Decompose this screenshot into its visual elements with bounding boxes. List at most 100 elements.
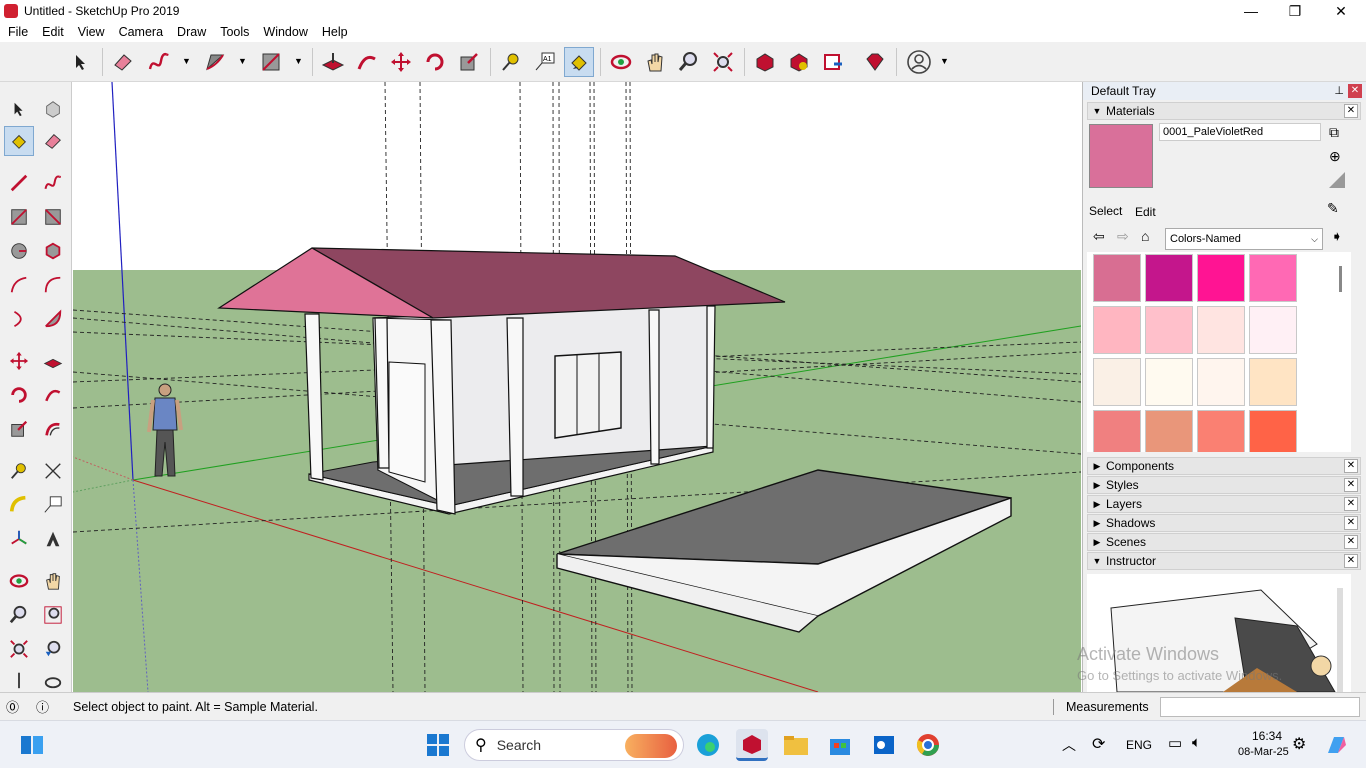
send-to-layout-icon[interactable] bbox=[818, 47, 848, 77]
geo-location-icon[interactable]: ⓪ bbox=[6, 697, 19, 716]
materials-panel-header[interactable]: ▼ Materials ✕ bbox=[1087, 102, 1361, 120]
pie-tool-icon[interactable] bbox=[38, 304, 68, 334]
material-name-field[interactable] bbox=[1159, 123, 1321, 141]
rotate-tool-icon[interactable] bbox=[420, 47, 450, 77]
copilot-icon[interactable] bbox=[1320, 729, 1352, 761]
two-point-arc-tool-icon[interactable] bbox=[38, 270, 68, 300]
pan-tool-icon[interactable] bbox=[38, 566, 68, 596]
follow-me-tool-icon[interactable] bbox=[38, 380, 68, 410]
forward-icon[interactable]: ⇨ bbox=[1117, 228, 1129, 245]
volume-icon[interactable]: 🔈︎ bbox=[1192, 734, 1201, 751]
paint-bucket-tool-icon[interactable] bbox=[564, 47, 594, 77]
current-material-preview[interactable] bbox=[1089, 124, 1153, 188]
model-viewport[interactable] bbox=[73, 82, 1081, 692]
orbit-tool-icon[interactable] bbox=[4, 566, 34, 596]
tape-measure-tool-icon[interactable] bbox=[496, 47, 526, 77]
menu-view[interactable]: View bbox=[70, 25, 111, 39]
collection-dropdown[interactable]: Colors-Named ⌵ bbox=[1165, 228, 1323, 250]
text-tool-icon[interactable] bbox=[38, 490, 68, 520]
material-swatch[interactable] bbox=[1093, 306, 1141, 354]
extension-warehouse-icon[interactable] bbox=[784, 47, 814, 77]
material-swatch[interactable] bbox=[1145, 306, 1193, 354]
panel-close-icon[interactable]: ✕ bbox=[1344, 497, 1358, 511]
protractor-tool-icon[interactable] bbox=[4, 490, 34, 520]
shadows-panel-header[interactable]: ▶ Shadows ✕ bbox=[1087, 514, 1361, 532]
make-component-icon[interactable] bbox=[38, 94, 68, 124]
sample-paint-icon[interactable]: ✎ bbox=[1327, 200, 1339, 217]
components-panel-header[interactable]: ▶ Components ✕ bbox=[1087, 457, 1361, 475]
default-material-icon[interactable] bbox=[1327, 170, 1347, 190]
edge-browser-icon[interactable] bbox=[692, 729, 724, 761]
orbit-tool-icon[interactable] bbox=[606, 47, 636, 77]
sketchup-taskbar-icon[interactable] bbox=[736, 729, 768, 761]
layers-panel-header[interactable]: ▶ Layers ✕ bbox=[1087, 495, 1361, 513]
select-tool-icon[interactable] bbox=[66, 47, 96, 77]
material-swatch[interactable] bbox=[1249, 254, 1297, 302]
swatch-scrollbar[interactable] bbox=[1339, 266, 1342, 292]
panel-close-icon[interactable]: ✕ bbox=[1344, 554, 1358, 568]
panel-close-icon[interactable]: ✕ bbox=[1344, 478, 1358, 492]
material-swatch[interactable] bbox=[1249, 410, 1297, 452]
rotate-tool-icon[interactable] bbox=[4, 380, 34, 410]
info-icon[interactable]: ⓘ bbox=[36, 697, 49, 716]
eraser-tool-icon[interactable] bbox=[108, 47, 138, 77]
taskbar-search[interactable]: ⚲ Search bbox=[464, 729, 684, 761]
home-icon[interactable]: ⌂ bbox=[1141, 228, 1149, 244]
zoom-tool-icon[interactable] bbox=[4, 600, 34, 630]
polygon-tool-icon[interactable] bbox=[38, 236, 68, 266]
rotated-rectangle-tool-icon[interactable] bbox=[38, 202, 68, 232]
panel-close-icon[interactable]: ✕ bbox=[1344, 516, 1358, 530]
clock-time[interactable]: 16:34 bbox=[1252, 729, 1282, 743]
material-swatch[interactable] bbox=[1093, 254, 1141, 302]
3d-text-tool-icon[interactable] bbox=[38, 524, 68, 554]
zoom-window-tool-icon[interactable] bbox=[38, 600, 68, 630]
eraser-tool-icon[interactable] bbox=[38, 126, 68, 156]
clock-date[interactable]: 08-Mar-25 bbox=[1238, 746, 1289, 758]
walk-tool-icon[interactable] bbox=[4, 670, 34, 690]
account-icon[interactable] bbox=[904, 47, 934, 77]
menu-file[interactable]: File bbox=[0, 25, 34, 39]
material-swatch[interactable] bbox=[1093, 358, 1141, 406]
three-point-arc-tool-icon[interactable] bbox=[4, 304, 34, 334]
widgets-icon[interactable] bbox=[16, 729, 48, 761]
panel-close-icon[interactable]: ✕ bbox=[1344, 535, 1358, 549]
scale-tool-icon[interactable] bbox=[454, 47, 484, 77]
material-swatch[interactable] bbox=[1093, 410, 1141, 452]
chevron-up-icon[interactable]: ︿ bbox=[1062, 735, 1076, 755]
material-swatch[interactable] bbox=[1249, 358, 1297, 406]
display-secondary-icon[interactable]: ⧉ bbox=[1329, 124, 1339, 141]
menu-camera[interactable]: Camera bbox=[111, 25, 169, 39]
back-icon[interactable]: ⇦ bbox=[1093, 228, 1105, 245]
follow-me-tool-icon[interactable] bbox=[352, 47, 382, 77]
menu-window[interactable]: Window bbox=[255, 25, 313, 39]
previous-view-icon[interactable] bbox=[38, 634, 68, 664]
move-tool-icon[interactable] bbox=[386, 47, 416, 77]
material-swatch[interactable] bbox=[1249, 306, 1297, 354]
rectangle-tool-icon[interactable] bbox=[4, 202, 34, 232]
zoom-tool-icon[interactable] bbox=[674, 47, 704, 77]
tray-close-icon[interactable]: ✕ bbox=[1348, 84, 1362, 98]
minimize-button[interactable]: — bbox=[1228, 0, 1274, 22]
zoom-extents-tool-icon[interactable] bbox=[4, 634, 34, 664]
outlook-icon[interactable] bbox=[868, 729, 900, 761]
tape-measure-tool-icon[interactable] bbox=[4, 456, 34, 486]
menu-draw[interactable]: Draw bbox=[169, 25, 212, 39]
chrome-icon[interactable] bbox=[912, 729, 944, 761]
scale-tool-icon[interactable] bbox=[4, 414, 34, 444]
microsoft-store-icon[interactable] bbox=[824, 729, 856, 761]
start-windows-icon[interactable] bbox=[422, 729, 454, 761]
panel-close-icon[interactable]: ✕ bbox=[1344, 459, 1358, 473]
instructor-scrollbar[interactable] bbox=[1337, 588, 1343, 692]
rectangle-dropdown-icon[interactable]: ▼ bbox=[294, 56, 303, 66]
material-swatch[interactable] bbox=[1145, 358, 1193, 406]
arc-dropdown-icon[interactable]: ▼ bbox=[238, 56, 247, 66]
create-material-icon[interactable]: ⊕ bbox=[1329, 148, 1341, 165]
scene-canvas[interactable] bbox=[73, 82, 1081, 692]
close-button[interactable]: ✕ bbox=[1318, 0, 1364, 22]
material-swatch[interactable] bbox=[1197, 410, 1245, 452]
file-explorer-icon[interactable] bbox=[780, 729, 812, 761]
select-tool-icon[interactable] bbox=[4, 94, 34, 124]
sync-icon[interactable]: ⟳ bbox=[1092, 734, 1105, 754]
extension-manager-icon[interactable] bbox=[860, 47, 890, 77]
pan-tool-icon[interactable] bbox=[640, 47, 670, 77]
